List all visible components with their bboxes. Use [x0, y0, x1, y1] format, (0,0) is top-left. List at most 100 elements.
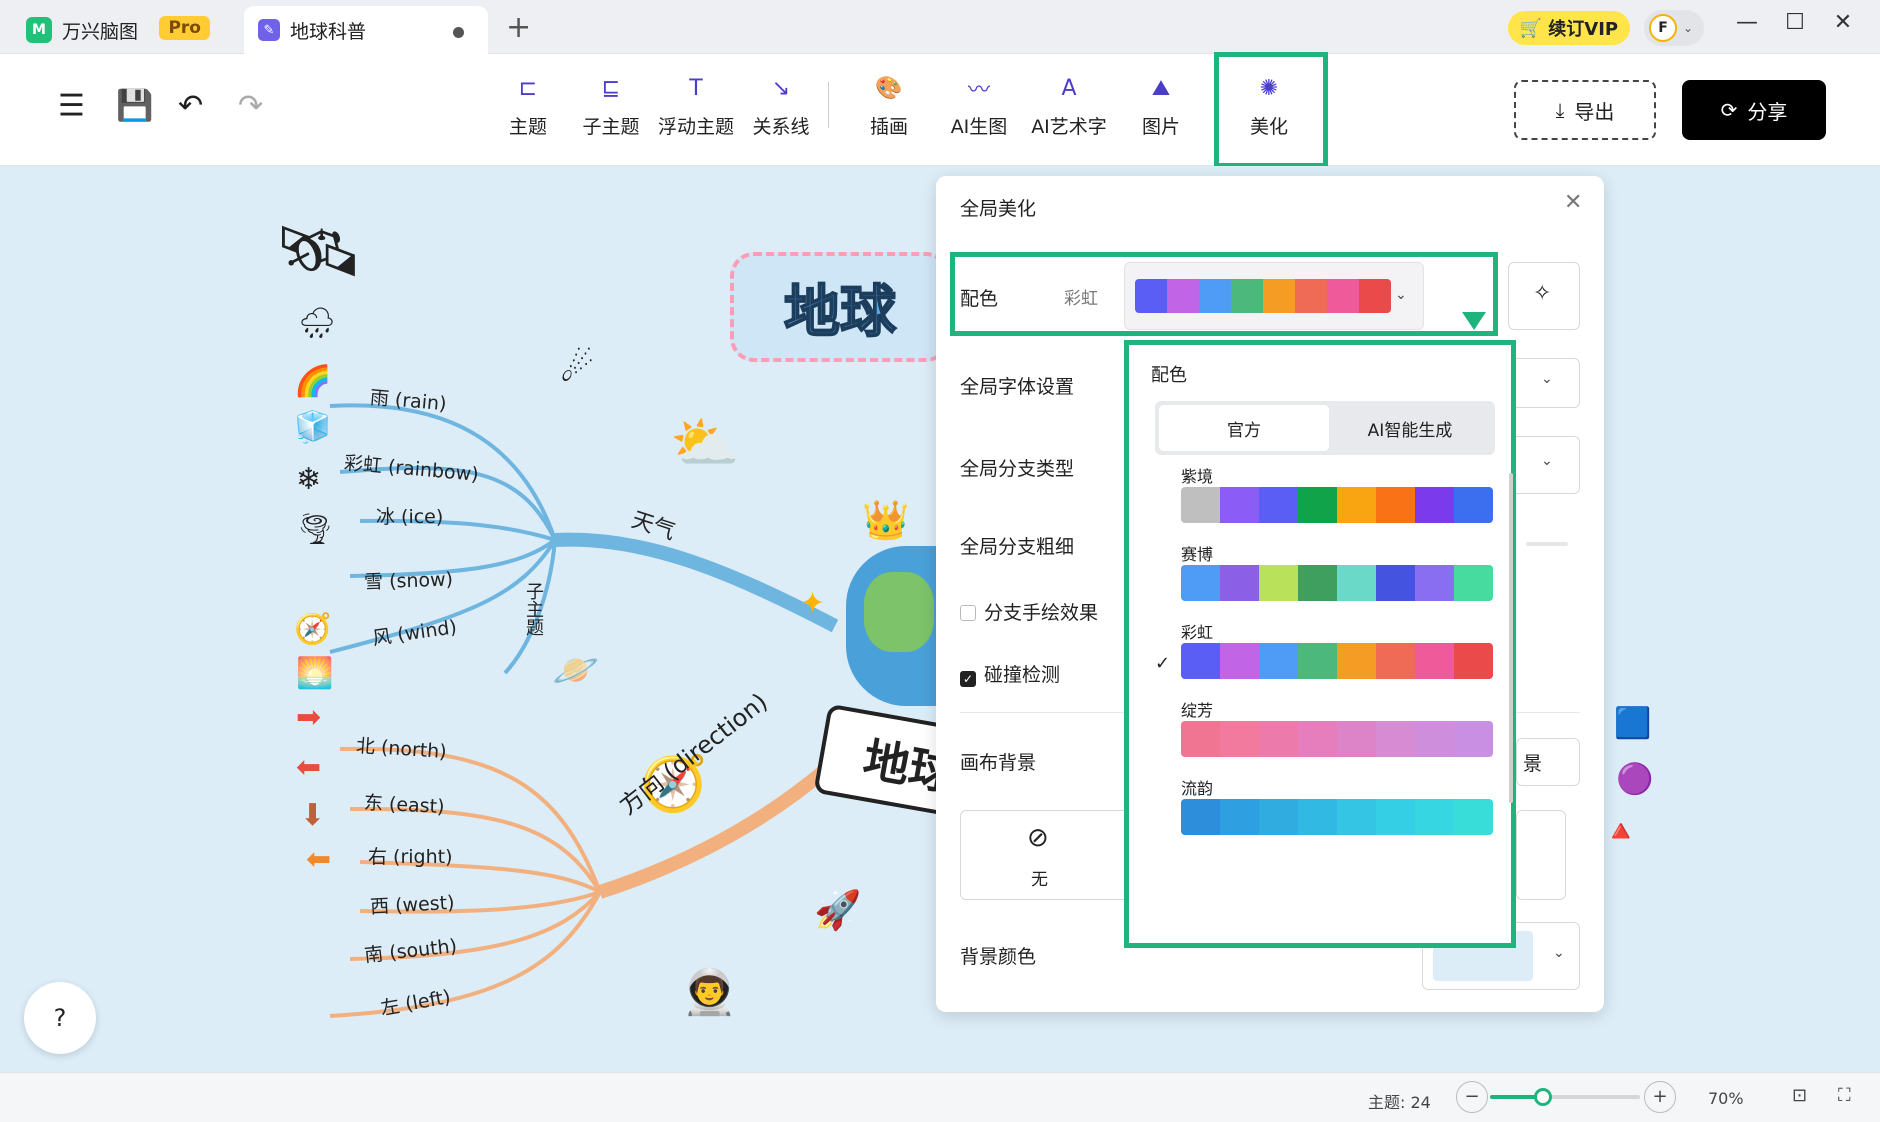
- scheme-color-4: [1337, 721, 1376, 757]
- download-icon: ⤓: [1555, 98, 1565, 122]
- zoom-in-button[interactable]: +: [1644, 1081, 1676, 1113]
- tool-relationship[interactable]: ↘ 关系线: [738, 72, 824, 139]
- hand-drawn-checkbox[interactable]: [960, 605, 976, 621]
- scheme-swatch: [1181, 643, 1493, 679]
- scheme-color-0: [1181, 799, 1220, 835]
- magic-wand-icon: ✧: [1533, 281, 1552, 306]
- status-bar: 主题: 24 − + 70% ⊡ ⛶: [0, 1072, 1880, 1122]
- dropdown-title: 配色: [1151, 365, 1187, 386]
- canvas-bg-image-button[interactable]: 景: [1516, 738, 1580, 786]
- star-icon[interactable]: ✦: [800, 586, 825, 621]
- scheme-name: 流韵: [1181, 779, 1214, 798]
- planet-icon[interactable]: 🪐: [552, 648, 599, 693]
- zoom-slider-handle[interactable]: [1533, 1088, 1552, 1106]
- node-east[interactable]: 东 (east): [363, 788, 445, 819]
- scheme-color-3: [1298, 487, 1337, 523]
- canvas-bg-label: 画布背景: [960, 752, 1037, 774]
- node-ice[interactable]: 冰 (ice): [376, 502, 443, 529]
- scheme-color-2: [1259, 487, 1298, 523]
- comet-icon[interactable]: ☄: [560, 346, 594, 390]
- node-right[interactable]: 右 (right): [368, 842, 453, 869]
- shape-triangle-icon[interactable]: 🔺: [1602, 814, 1639, 849]
- topic-icon: ⊏: [518, 75, 538, 101]
- save-icon[interactable]: 💾: [116, 89, 153, 124]
- node-snow[interactable]: 雪 (snow): [364, 564, 454, 594]
- tool-illustration[interactable]: 🎨 插画: [846, 72, 932, 139]
- tool-floating-topic[interactable]: T 浮动主题: [653, 72, 739, 139]
- canvas-bg-option-2[interactable]: [1516, 810, 1566, 900]
- branch-north: [339, 746, 602, 893]
- export-button[interactable]: ⤓ 导出: [1514, 80, 1656, 140]
- new-tab-button[interactable]: +: [506, 10, 531, 46]
- collision-checkbox[interactable]: ✓: [960, 671, 976, 687]
- minimize-button[interactable]: —: [1732, 10, 1762, 35]
- share-button[interactable]: ⟳ 分享: [1682, 80, 1826, 140]
- scheme-color-1: [1220, 487, 1259, 523]
- scheme-option[interactable]: 绽芳: [1129, 687, 1509, 761]
- astronaut-icon[interactable]: 👨‍🚀: [682, 966, 737, 1018]
- tab-bar: M 万兴脑图 Pro ✎ 地球科普 + 🛒 续订VIP F ⌄ — ☐ ✕: [0, 0, 1880, 54]
- share-icon: ⟳: [1720, 98, 1738, 122]
- renew-vip-button[interactable]: 🛒 续订VIP: [1508, 11, 1630, 45]
- shape-circle-icon[interactable]: 🟣: [1616, 762, 1653, 797]
- account-menu[interactable]: F ⌄: [1644, 10, 1704, 46]
- tool-ai-art-text[interactable]: A AI艺术字: [1026, 72, 1112, 139]
- panel-close-icon[interactable]: ✕: [1564, 190, 1582, 215]
- scheme-color-4: [1337, 487, 1376, 523]
- scheme-color-3: [1298, 565, 1337, 601]
- scheme-option[interactable]: 赛博: [1129, 531, 1509, 605]
- undo-icon[interactable]: ↶: [178, 89, 203, 124]
- branch-weather-main: [554, 532, 839, 633]
- tool-subtopic[interactable]: ⊑ 子主题: [568, 72, 654, 139]
- branch-type-select[interactable]: ⌄: [1508, 436, 1580, 494]
- scheme-option[interactable]: 流韵: [1129, 765, 1509, 839]
- fullscreen-icon[interactable]: ⛶: [1838, 1085, 1851, 1106]
- tool-topic[interactable]: ⊏ 主题: [485, 72, 571, 139]
- avatar: F: [1649, 14, 1677, 42]
- tool-ai-image[interactable]: 〰 AI生图: [936, 72, 1022, 139]
- ai-image-icon: 〰: [967, 78, 990, 103]
- tab-official[interactable]: 官方: [1159, 405, 1329, 451]
- tool-image[interactable]: ⛰ 图片: [1118, 72, 1204, 139]
- scheme-color-0: [1181, 721, 1220, 757]
- globe-land: [864, 572, 934, 652]
- tool-relationship-label: 关系线: [752, 116, 810, 138]
- scheme-option[interactable]: ✓ 彩虹: [1129, 609, 1509, 683]
- crown-icon[interactable]: 👑: [862, 498, 909, 543]
- tornado-icon: 🌪: [296, 512, 335, 547]
- scrollbar[interactable]: [1509, 473, 1513, 803]
- maximize-button[interactable]: ☐: [1780, 10, 1810, 35]
- scheme-swatch: [1181, 487, 1493, 523]
- unsaved-dot-icon[interactable]: [453, 27, 464, 38]
- satellite-icon[interactable]: 🛰: [274, 210, 363, 293]
- branch-width-slider[interactable]: [1526, 542, 1568, 546]
- scheme-color-6: [1415, 643, 1454, 679]
- rocket-icon[interactable]: 🚀: [814, 888, 861, 933]
- menu-icon[interactable]: ☰: [58, 89, 85, 124]
- tab-home[interactable]: M 万兴脑图 Pro: [12, 6, 222, 54]
- canvas-bg-none-option[interactable]: ⊘ 无: [960, 810, 1130, 900]
- weather-cloud-icon[interactable]: ⛅: [670, 410, 740, 476]
- random-color-button[interactable]: ✧: [1508, 262, 1580, 330]
- redo-icon[interactable]: ↷: [238, 89, 263, 124]
- tab-ai-generate[interactable]: AI智能生成: [1329, 405, 1491, 451]
- tab-document[interactable]: ✎ 地球科普: [244, 6, 488, 54]
- global-font-select[interactable]: ⌄: [1508, 358, 1580, 408]
- zoom-out-button[interactable]: −: [1456, 1081, 1488, 1113]
- sunrise-icon: 🌅: [296, 656, 334, 691]
- center-topic-title[interactable]: 地球: [730, 252, 950, 362]
- close-window-button[interactable]: ✕: [1828, 10, 1858, 35]
- node-west[interactable]: 西 (west): [369, 888, 455, 919]
- chevron-down-icon: ⌄: [1541, 453, 1553, 469]
- zoom-slider[interactable]: [1490, 1088, 1640, 1106]
- fit-view-icon[interactable]: ⊡: [1792, 1085, 1807, 1106]
- collision-option[interactable]: ✓ 碰撞检测: [960, 660, 1060, 687]
- help-button[interactable]: ?: [24, 982, 96, 1054]
- export-label: 导出: [1574, 99, 1615, 124]
- scheme-color-7: [1454, 565, 1493, 601]
- scheme-option[interactable]: 紫境: [1129, 453, 1509, 527]
- tool-image-label: 图片: [1141, 116, 1180, 138]
- hand-drawn-option[interactable]: 分支手绘效果: [960, 598, 1098, 625]
- node-subtopic[interactable]: 子主题: [520, 582, 546, 636]
- shape-square-icon[interactable]: 🟦: [1614, 706, 1651, 741]
